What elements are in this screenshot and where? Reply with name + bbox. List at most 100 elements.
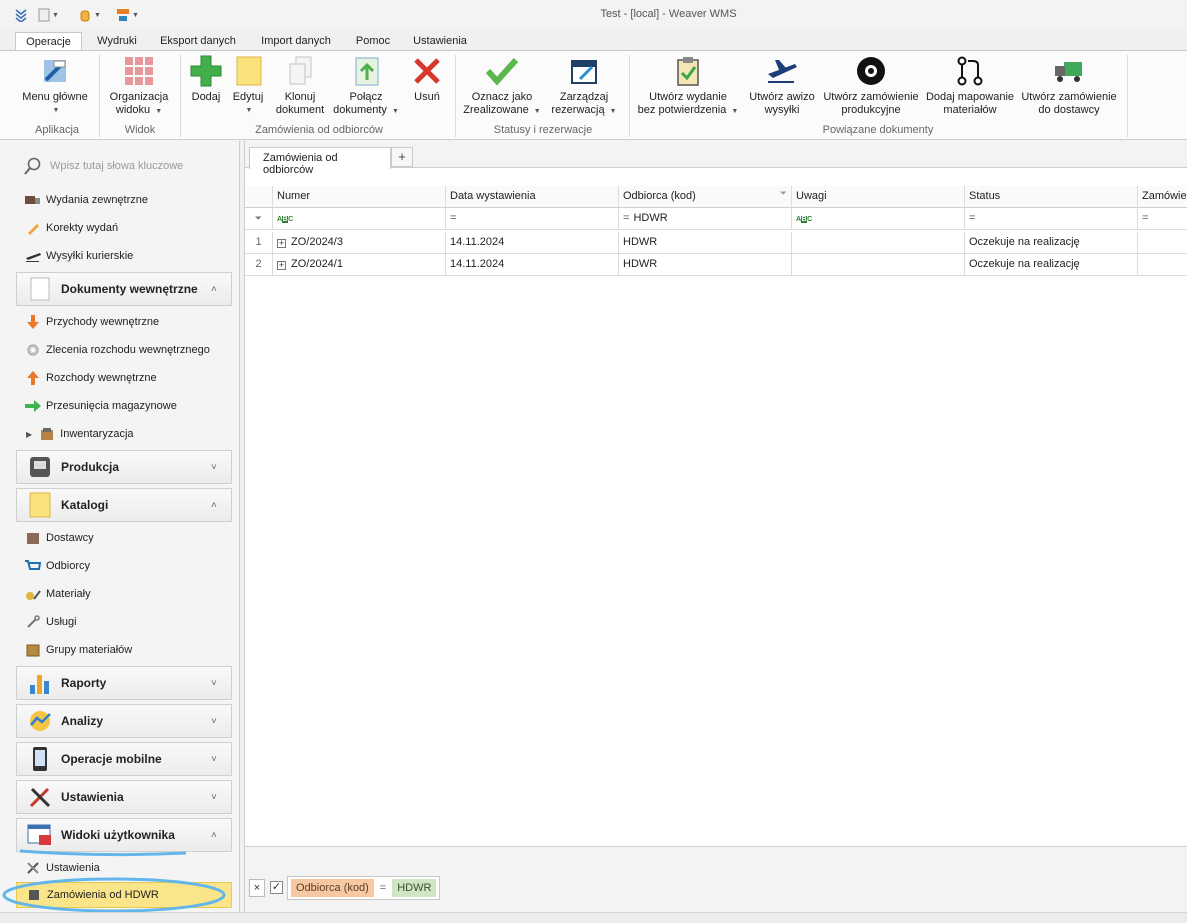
column-header-data-wystawienia[interactable]: Data wystawienia [446, 186, 619, 208]
nav-group-dokumenty-wewnetrzne[interactable]: Dokumenty wewnętrzne ˄ [16, 272, 232, 306]
tab-wydruki[interactable]: Wydruki [90, 32, 144, 51]
nav-group-katalogi[interactable]: Katalogi ˄ [16, 488, 232, 522]
ribbon: Menu główne ▼ Aplikacja Organizacja wido… [0, 50, 1187, 140]
filter-cell-uwagi[interactable]: ABC [792, 208, 965, 230]
utworz-zamowienie-do-dostawcy-button[interactable]: Utwórz zamówienie do dostawcy [1018, 51, 1120, 123]
nav-item-dostawcy[interactable]: Dostawcy [24, 528, 94, 548]
nav-group-analizy[interactable]: Analizy ˅ [16, 704, 232, 738]
produkcyjne-label-1: Utwórz zamówienie [823, 91, 919, 103]
nav-item-grupy-materialow[interactable]: Grupy materiałów [24, 640, 132, 660]
nav-item-przesuniecia-magazynowe[interactable]: Przesunięcia magazynowe [24, 396, 177, 416]
nav-group-operacje-mobilne[interactable]: Operacje mobilne ˅ [16, 742, 232, 776]
nav-item-label: Grupy materiałów [46, 644, 133, 656]
filter-expression[interactable]: Odbiorca (kod) = HDWR [287, 876, 441, 900]
airplane-icon [768, 60, 797, 83]
column-header-uwagi[interactable]: Uwagi [792, 186, 965, 208]
filter-cell-data[interactable]: = [446, 208, 619, 230]
menu-glowne-button[interactable]: Menu główne ▼ [18, 51, 92, 123]
nav-item-inwentaryzacja[interactable]: ▶ Inwentaryzacja [26, 424, 134, 444]
utworz-awizo-wysylki-button[interactable]: Utwórz awizo wysyłki [744, 51, 820, 123]
expand-row-icon[interactable]: + [277, 239, 286, 248]
nav-item-rozchody-wewnetrzne[interactable]: Rozchody wewnętrzne [24, 368, 157, 388]
tab-eksport[interactable]: Eksport danych [152, 32, 244, 51]
usun-button[interactable]: Usuń [406, 51, 448, 123]
pencil-icon [24, 221, 42, 235]
tab-pomoc[interactable]: Pomoc [350, 32, 396, 51]
clear-filter-button[interactable]: × [249, 879, 265, 897]
ribbon-separator [99, 55, 100, 137]
nav-item-wysylki-kurierskie[interactable]: Wysyłki kurierskie [24, 246, 133, 266]
checkmark-icon: ✓ [271, 881, 282, 893]
filter-operator: = [623, 212, 630, 224]
expand-row-icon[interactable]: + [277, 261, 286, 270]
filter-value: HDWR [633, 212, 668, 224]
edytuj-button[interactable]: Edytuj ▼ [228, 51, 268, 123]
nav-group-produkcja[interactable]: Produkcja ˅ [16, 450, 232, 484]
catalog-icon [27, 492, 53, 518]
nav-item-label: Wydania zewnętrzne [46, 194, 149, 206]
dodaj-mapowanie-materialow-button[interactable]: Dodaj mapowanie materiałów [924, 51, 1016, 123]
nav-item-korekty-wydan[interactable]: Korekty wydań [24, 218, 118, 238]
main-menu-icon [44, 60, 66, 82]
table-row[interactable]: 2 + ZO/2024/1 14.11.2024 HDWR Oczekuje na… [245, 254, 1187, 276]
oznacz-jako-zrealizowane-button[interactable]: Oznacz jako Zrealizowane ▼ [460, 51, 544, 123]
tab-zamowienia-od-odbiorcow[interactable]: Zamówienia od odbiorców [249, 147, 391, 176]
chevron-down-icon: ˅ [211, 753, 217, 765]
nav-item-label: Usługi [46, 616, 77, 628]
klonuj-dokument-button[interactable]: Klonuj dokument [272, 51, 328, 123]
title-bar: ▼ ▼ ▼ Test - [local] - Weaver WMS [0, 0, 1187, 30]
window-title: Test - [local] - Weaver WMS [600, 8, 737, 20]
nav-item-odbiorcy[interactable]: Odbiorcy [24, 556, 90, 576]
cell-uwagi [792, 254, 965, 276]
tools-icon [27, 784, 53, 810]
nav-item-wydania-zewnetrzne[interactable]: Wydania zewnętrzne [24, 190, 148, 210]
awizo-label-2: wysyłki [764, 104, 800, 116]
oznacz-label-2: Zrealizowane [463, 104, 529, 116]
add-tab-button[interactable]: + [391, 147, 413, 167]
dodaj-button[interactable]: Dodaj [186, 51, 226, 123]
tab-operacje[interactable]: Operacje [15, 32, 82, 51]
document-area: Zamówienia od odbiorców + Numer Data wys… [244, 141, 1187, 912]
nav-item-zlecenia-rozchodu[interactable]: Zlecenia rozchodu wewnętrznego [24, 340, 210, 360]
utworz-zamowienie-produkcyjne-button[interactable]: Utwórz zamówienie produkcyjne [822, 51, 920, 123]
awizo-label-1: Utwórz awizo [749, 91, 815, 103]
column-header-zamowien[interactable]: Zamówien [1138, 186, 1187, 208]
filter-cell-status[interactable]: = [965, 208, 1138, 230]
nav-group-raporty[interactable]: Raporty ˅ [16, 666, 232, 700]
nav-item-przychody-wewnetrzne[interactable]: Przychody wewnętrzne [24, 312, 159, 332]
group-label-zamowienia: Zamówienia od odbiorców [255, 124, 383, 136]
tab-import[interactable]: Import danych [252, 32, 340, 51]
nav-search-input[interactable]: Wpisz tutaj słowa kluczowe [24, 155, 183, 177]
cell-numer: + ZO/2024/3 [273, 232, 446, 254]
filter-cell-zamowien[interactable]: = [1138, 208, 1187, 230]
zarzadzaj-rezerwacja-button[interactable]: Zarządzaj rezerwacją ▼ [546, 51, 622, 123]
document-icon [27, 276, 53, 302]
organizacja-widoku-button[interactable]: Organizacja widoku ▼ [104, 51, 174, 123]
column-header-status[interactable]: Status [965, 186, 1138, 208]
column-header-odbiorca[interactable]: Odbiorca (kod) ⏷ [619, 186, 792, 208]
zarzadzaj-label-2: rezerwacją [551, 104, 605, 116]
filter-operator: = [1142, 212, 1149, 224]
polacz-dokumenty-button[interactable]: Połącz dokumenty ▼ [330, 51, 402, 123]
filter-field-chip[interactable]: Odbiorca (kod) [291, 879, 374, 897]
analytics-icon [27, 708, 53, 734]
tab-ustawienia[interactable]: Ustawienia [404, 32, 476, 51]
filter-cell-odbiorca[interactable]: = HDWR [619, 208, 792, 230]
nav-group-label: Raporty [61, 676, 107, 690]
cell-uwagi [792, 232, 965, 254]
filter-enabled-checkbox[interactable]: ✓ [270, 881, 283, 894]
filter-icon[interactable]: ⏷ [780, 188, 787, 199]
utworz-wydanie-button[interactable]: Utwórz wydanie bez potwierdzenia ▼ [634, 51, 742, 123]
filter-operator: = [969, 212, 976, 224]
filter-value-chip[interactable]: HDWR [392, 879, 437, 897]
materials-icon [24, 587, 42, 601]
column-header-numer[interactable]: Numer [273, 186, 446, 208]
nav-item-uslugi[interactable]: Usługi [24, 612, 77, 632]
filter-cell-numer[interactable]: ABC [273, 208, 446, 230]
nav-item-materialy[interactable]: Materiały [24, 584, 91, 604]
table-row[interactable]: 1 + ZO/2024/3 14.11.2024 HDWR Oczekuje na… [245, 232, 1187, 254]
ribbon-separator [455, 55, 456, 137]
filter-operator-chip[interactable]: = [380, 882, 386, 894]
clone-document-icon [289, 56, 312, 85]
nav-group-ustawienia[interactable]: Ustawienia ˅ [16, 780, 232, 814]
